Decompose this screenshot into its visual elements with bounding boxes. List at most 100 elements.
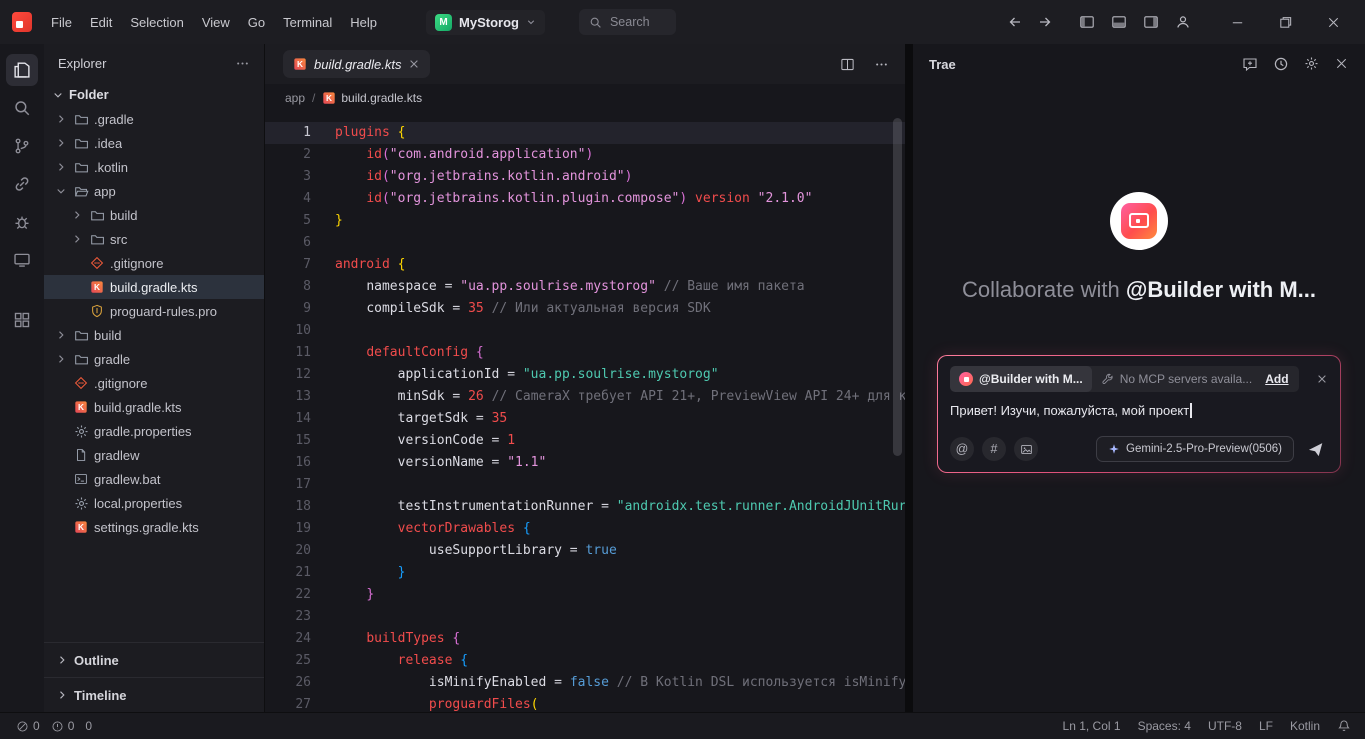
global-search-input[interactable]: Search (578, 9, 676, 35)
window-close-button[interactable] (1319, 8, 1347, 36)
code-line-21[interactable]: 21 } (265, 562, 905, 584)
code-line-20[interactable]: 20 useSupportLibrary = true (265, 540, 905, 562)
context-button[interactable]: # (982, 437, 1006, 461)
screen-icon[interactable] (6, 244, 38, 276)
code-line-5[interactable]: 5} (265, 210, 905, 232)
split-editor-button[interactable] (833, 50, 861, 78)
tab-close-button[interactable] (408, 58, 420, 70)
agent-badge[interactable]: @Builder with M... (950, 366, 1092, 392)
code-line-16[interactable]: 16 versionName = "1.1" (265, 452, 905, 474)
code-line-23[interactable]: 23 (265, 606, 905, 628)
send-button[interactable] (1302, 436, 1328, 462)
notifications-bell-icon[interactable] (1337, 719, 1351, 733)
explorer-more-actions-button[interactable] (235, 56, 250, 71)
tree-item-.gitignore[interactable]: .gitignore (44, 371, 264, 395)
encoding-setting[interactable]: UTF-8 (1208, 719, 1242, 733)
code-line-7[interactable]: 7 android { (265, 254, 905, 276)
warnings-indicator[interactable]: 0 (51, 719, 74, 733)
code-line-19[interactable]: 19 vectorDrawables { (265, 518, 905, 540)
menu-edit[interactable]: Edit (81, 10, 121, 35)
search-icon[interactable] (6, 92, 38, 124)
debug-icon[interactable] (6, 206, 38, 238)
timeline-section-header[interactable]: Timeline (44, 677, 264, 712)
attach-image-button[interactable] (1014, 437, 1038, 461)
code-line-9[interactable]: 9 compileSdk = 35 // Или актуальная верс… (265, 298, 905, 320)
code-line-25[interactable]: 25 release { (265, 650, 905, 672)
code-line-4[interactable]: 4 id("org.jetbrains.kotlin.plugin.compos… (265, 188, 905, 210)
model-selector[interactable]: Gemini-2.5-Pro-Preview(0506) (1096, 436, 1294, 462)
tree-item-gradle[interactable]: gradle (44, 347, 264, 371)
language-mode[interactable]: Kotlin (1290, 719, 1320, 733)
code-line-26[interactable]: 26 isMinifyEnabled = false // В Kotlin D… (265, 672, 905, 694)
tree-item-gradle.properties[interactable]: gradle.properties (44, 419, 264, 443)
code-line-3[interactable]: 3 id("org.jetbrains.kotlin.android") (265, 166, 905, 188)
menu-selection[interactable]: Selection (121, 10, 192, 35)
chat-text-input[interactable]: Привет! Изучи, пожалуйста, мой проект (950, 403, 1328, 418)
breadcrumb-file[interactable]: K build.gradle.kts (322, 91, 422, 105)
source-control-icon[interactable] (6, 130, 38, 162)
code-line-27[interactable]: 27 proguardFiles( (265, 694, 905, 712)
code-line-10[interactable]: 10 (265, 320, 905, 342)
window-restore-button[interactable] (1271, 8, 1299, 36)
mention-button[interactable]: @ (950, 437, 974, 461)
code-line-14[interactable]: 14 targetSdk = 35 (265, 408, 905, 430)
outline-section-header[interactable]: Outline (44, 642, 264, 677)
toggle-secondary-sidebar-button[interactable] (1137, 8, 1165, 36)
explorer-icon[interactable] (6, 54, 38, 86)
add-mcp-button[interactable]: Add (1265, 372, 1288, 386)
code-line-11[interactable]: 11 defaultConfig { (265, 342, 905, 364)
code-line-18[interactable]: 18 testInstrumentationRunner = "androidx… (265, 496, 905, 518)
eol-setting[interactable]: LF (1259, 719, 1273, 733)
extensions-icon[interactable] (6, 304, 38, 336)
extra-count-indicator[interactable]: 0 (85, 719, 92, 733)
menu-terminal[interactable]: Terminal (274, 10, 341, 35)
code-line-2[interactable]: 2 id("com.android.application") (265, 144, 905, 166)
account-button[interactable] (1169, 8, 1197, 36)
code-line-13[interactable]: 13 minSdk = 26 // CameraX требует API 21… (265, 386, 905, 408)
code-line-12[interactable]: 12 applicationId = "ua.pp.soulrise.mysto… (265, 364, 905, 386)
code-line-24[interactable]: 24 buildTypes { (265, 628, 905, 650)
code-line-15[interactable]: 15 versionCode = 1 (265, 430, 905, 452)
tree-item-proguard-rules.pro[interactable]: proguard-rules.pro (44, 299, 264, 323)
tree-item-build.gradle.kts[interactable]: Kbuild.gradle.kts (44, 275, 264, 299)
code-line-22[interactable]: 22 } (265, 584, 905, 606)
new-chat-button[interactable] (1242, 56, 1258, 72)
editor-scrollbar[interactable] (893, 118, 902, 456)
tree-item-gradlew[interactable]: gradlew (44, 443, 264, 467)
toggle-panel-button[interactable] (1105, 8, 1133, 36)
close-panel-button[interactable] (1334, 56, 1349, 72)
tree-item-.gitignore[interactable]: .gitignore (44, 251, 264, 275)
menu-help[interactable]: Help (341, 10, 386, 35)
chat-history-button[interactable] (1273, 56, 1289, 72)
panel-resizer[interactable] (905, 44, 913, 712)
chat-settings-button[interactable] (1304, 56, 1319, 72)
breadcrumb-folder[interactable]: app (285, 91, 305, 105)
code-line-1[interactable]: 1 plugins { (265, 122, 905, 144)
code-editor[interactable]: 1 plugins {2 id("com.android.application"… (265, 112, 905, 712)
tree-item-settings.gradle.kts[interactable]: Ksettings.gradle.kts (44, 515, 264, 539)
tree-item-src[interactable]: src (44, 227, 264, 251)
tree-item-app[interactable]: app (44, 179, 264, 203)
errors-indicator[interactable]: 0 (16, 719, 40, 733)
tree-item-.kotlin[interactable]: .kotlin (44, 155, 264, 179)
cursor-position[interactable]: Ln 1, Col 1 (1063, 719, 1121, 733)
tab-build-gradle-kts[interactable]: K build.gradle.kts (283, 50, 431, 78)
menu-go[interactable]: Go (239, 10, 274, 35)
toggle-sidebar-button[interactable] (1073, 8, 1101, 36)
nav-forward-button[interactable] (1031, 8, 1059, 36)
tree-item-local.properties[interactable]: local.properties (44, 491, 264, 515)
folder-section-header[interactable]: Folder (44, 82, 264, 107)
remote-icon[interactable] (6, 168, 38, 200)
code-line-17[interactable]: 17 (265, 474, 905, 496)
code-line-6[interactable]: 6 (265, 232, 905, 254)
tree-item-build[interactable]: build (44, 323, 264, 347)
remove-agent-button[interactable] (1316, 373, 1328, 385)
indentation-setting[interactable]: Spaces: 4 (1138, 719, 1191, 733)
window-minimize-button[interactable] (1223, 8, 1251, 36)
nav-back-button[interactable] (1001, 8, 1029, 36)
chat-input-box[interactable]: @Builder with M... No MCP servers availa… (937, 355, 1341, 473)
menu-view[interactable]: View (193, 10, 239, 35)
tree-item-build.gradle.kts[interactable]: Kbuild.gradle.kts (44, 395, 264, 419)
tree-item-build[interactable]: build (44, 203, 264, 227)
tree-item-.gradle[interactable]: .gradle (44, 107, 264, 131)
